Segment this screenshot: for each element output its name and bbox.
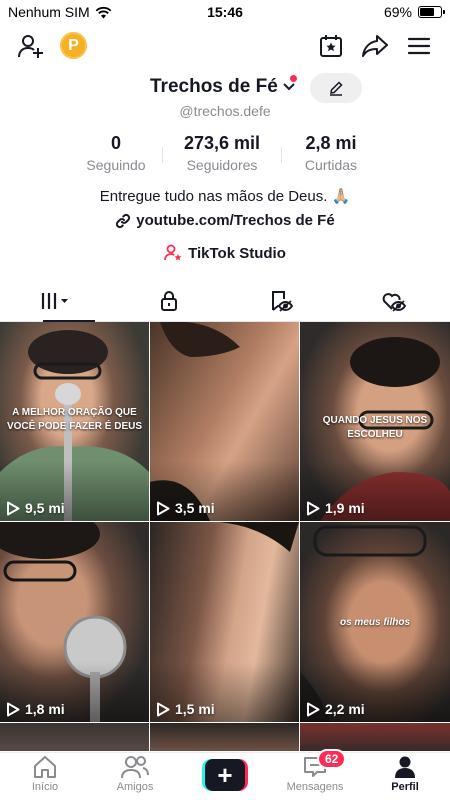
view-count-text: 2,2 mi [325,701,365,717]
profile-tabs [0,280,450,322]
edit-profile-button[interactable] [310,73,362,103]
video-caption: A MELHOR ORAÇÃO QUE VOCÊ PODE FAZER É DE… [6,407,143,432]
create-icon: + [202,759,248,791]
nav-label: Perfil [391,781,419,793]
nav-profile[interactable]: Perfil [360,753,450,800]
play-icon [307,702,320,716]
video-thumbnail[interactable]: os meus filhos 2,2 mi [300,522,450,722]
view-count: 9,5 mi [6,500,65,516]
video-thumbnail[interactable] [150,723,299,751]
calendar-star-icon[interactable] [314,29,348,63]
stat-value: 2,8 mi [305,133,357,153]
heart-eye-icon [382,292,406,312]
video-thumbnail[interactable]: 1,5 mi [150,522,299,722]
play-icon [7,501,20,515]
home-icon [34,756,56,778]
carrier-label: Nenhum SIM [8,4,90,20]
nav-inbox[interactable]: 62 Mensagens [270,749,360,800]
link-icon [116,213,131,228]
tab-private[interactable] [113,280,226,321]
grid-icon [42,292,69,309]
menu-icon[interactable] [402,29,436,63]
view-count-text: 1,8 mi [25,701,65,717]
tab-videos[interactable] [0,280,113,322]
tiktok-studio-link[interactable]: TikTok Studio [0,244,450,262]
video-thumbnail[interactable] [300,723,450,751]
view-count: 1,9 mi [306,500,365,516]
nav-label: Amigos [116,781,154,793]
stat-followers[interactable]: 273,6 mil Seguidores [163,133,281,173]
video-thumbnail[interactable] [0,723,149,751]
video-grid: A MELHOR ORAÇÃO QUE VOCÊ PODE FAZER É DE… [0,322,450,752]
account-switcher[interactable]: Trechos de Fé [150,76,296,98]
view-count: 1,8 mi [6,701,65,717]
nav-create[interactable]: + [180,753,270,800]
friends-icon [121,756,149,779]
play-icon [307,501,320,515]
nav-label: Início [31,781,59,793]
nav-friends[interactable]: Amigos [90,753,180,800]
lock-icon [160,290,177,311]
video-thumbnail[interactable]: 3,5 mi [150,322,299,521]
profile-header: Trechos de Fé [0,72,450,106]
chevron-down-icon [283,83,295,91]
add-friend-icon[interactable] [14,29,48,63]
profile-stats: 0 Seguindo 273,6 mil Seguidores 2,8 mi C… [70,133,380,173]
username-handle: @trechos.defe [179,103,271,119]
view-count-text: 1,5 mi [175,701,215,717]
profile-name: Trechos de Fé [150,76,278,97]
link-text: youtube.com/Trechos de Fé [136,212,335,229]
wifi-icon [95,6,112,18]
stat-label: Seguidores [186,157,258,173]
bookmark-eye-icon [272,290,294,312]
view-count: 3,5 mi [156,500,215,516]
view-count-text: 3,5 mi [175,500,215,516]
battery-percent: 69% [383,4,412,20]
video-caption: QUANDO JESUS NOS ESCOLHEU [322,415,428,440]
view-count-text: 1,9 mi [325,500,365,516]
tab-saved[interactable] [225,280,338,321]
status-bar: Nenhum SIM 15:46 69% [0,0,450,24]
play-icon [7,702,20,716]
profile-icon [395,756,415,778]
profile-bio: Entregue tudo nas mãos de Deus. 🙏🏼 [99,188,351,205]
video-thumbnail[interactable]: QUANDO JESUS NOS ESCOLHEU 1,9 mi [300,322,450,521]
stat-label: Seguindo [86,157,146,173]
stat-following[interactable]: 0 Seguindo [70,133,162,173]
studio-icon [164,244,182,261]
tab-liked[interactable] [338,280,450,321]
battery-icon [418,6,445,18]
pencil-icon [330,81,343,96]
top-bar: P [0,28,450,64]
video-caption: os meus filhos [339,617,410,628]
video-thumbnail[interactable]: A MELHOR ORAÇÃO QUE VOCÊ PODE FAZER É DE… [0,322,149,521]
play-icon [157,702,170,716]
video-thumbnail[interactable]: 1,8 mi [0,522,149,722]
stat-value: 273,6 mil [183,133,261,153]
nav-home[interactable]: Início [0,753,90,800]
coin-icon[interactable]: P [60,32,87,59]
nav-label: Mensagens [286,781,344,793]
play-icon [157,501,170,515]
stat-label: Curtidas [304,157,358,173]
stat-likes[interactable]: 2,8 mi Curtidas [282,133,380,173]
message-badge: 62 [317,749,347,769]
stat-value: 0 [110,133,121,153]
view-count: 2,2 mi [306,701,365,717]
view-count: 1,5 mi [156,701,215,717]
share-icon[interactable] [358,29,392,63]
bottom-nav: Início Amigos + 62 Mensagens Perfil [0,749,450,800]
view-count-text: 9,5 mi [25,500,65,516]
studio-label: TikTok Studio [188,244,286,262]
notification-dot [290,75,297,82]
profile-link[interactable]: youtube.com/Trechos de Fé [0,212,450,229]
